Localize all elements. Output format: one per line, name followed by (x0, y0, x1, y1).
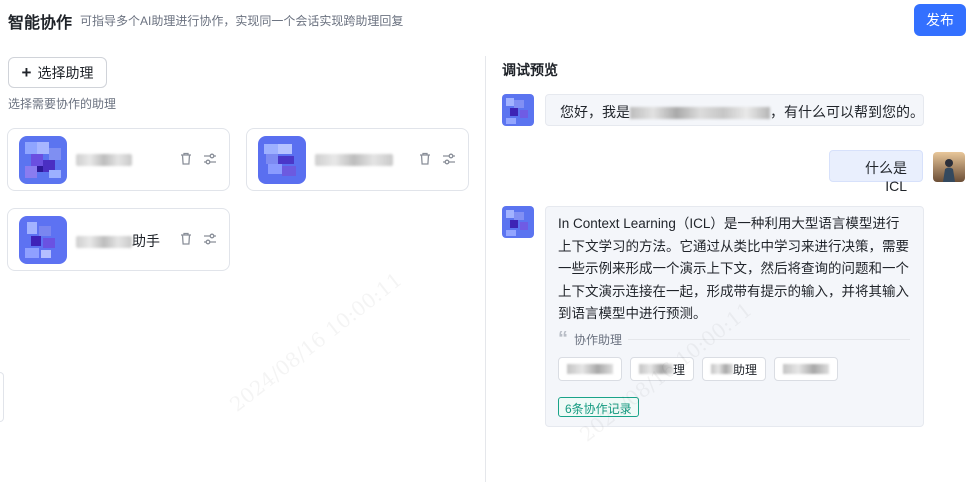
collab-assistant-chip[interactable]: 助理 (702, 357, 767, 381)
assistant-avatar (258, 136, 306, 184)
collab-assistant-chips: 理 助理 (558, 357, 839, 381)
redacted-assistant-name (630, 107, 770, 120)
answer-text: In Context Learning（ICL）是一种利用大型语言模型进行上下文… (558, 216, 909, 321)
collab-assistant-chip[interactable]: 理 (630, 357, 695, 381)
assistant-card[interactable] (7, 128, 230, 191)
bot-answer-message: In Context Learning（ICL）是一种利用大型语言模型进行上下文… (545, 206, 924, 427)
trash-icon[interactable] (178, 231, 194, 247)
assistant-name: 助手 (76, 231, 160, 251)
assistant-card[interactable]: 助手 (7, 208, 230, 271)
bot-greeting-message: 您好，我是 ，有什么可以帮到您的。 (545, 94, 924, 126)
quote-icon: “ (558, 328, 568, 350)
sliders-icon[interactable] (441, 151, 457, 167)
assistant-card[interactable] (246, 128, 469, 191)
assistant-name (315, 151, 393, 167)
preview-title: 调试预览 (502, 62, 558, 78)
collab-divider (628, 338, 910, 340)
top-bar: 智能协作 可指导多个AI助理进行协作，实现同一个会话实现跨助理回复 发布 (0, 0, 978, 44)
bot-avatar (502, 94, 534, 126)
redacted-name (315, 154, 393, 167)
assistant-name (76, 151, 132, 167)
trash-icon[interactable] (417, 151, 433, 167)
collab-assistant-chip[interactable] (558, 357, 622, 381)
user-avatar (933, 152, 965, 182)
assistant-avatar (19, 136, 67, 184)
redacted-name (76, 154, 132, 167)
sliders-icon[interactable] (202, 231, 218, 247)
select-hint: 选择需要协作的助理 (8, 97, 117, 111)
redacted-name (76, 236, 132, 249)
collapse-handle[interactable] (0, 372, 4, 422)
collab-assistants-header: “ 协作助理 (558, 328, 910, 350)
collab-label: 协作助理 (574, 332, 623, 347)
assistant-avatar (19, 216, 67, 264)
page-subtitle: 可指导多个AI助理进行协作，实现同一个会话实现跨助理回复 (80, 14, 404, 28)
select-assistant-button[interactable]: + 选择助理 (8, 57, 107, 88)
plus-icon: + (21, 63, 32, 82)
sliders-icon[interactable] (202, 151, 218, 167)
collab-assistant-chip[interactable] (774, 357, 839, 381)
collab-record-tag[interactable]: 6条协作记录 (558, 397, 639, 417)
publish-button[interactable]: 发布 (914, 4, 966, 36)
page-title: 智能协作 (8, 15, 73, 32)
user-message: 什么是ICL (829, 150, 923, 194)
debug-preview-panel: 调试预览 您好，我是 ，有什么可以帮到您的。 什么是ICL In Context … (486, 44, 978, 482)
trash-icon[interactable] (178, 151, 194, 167)
assistant-config-panel: + 选择助理 选择需要协作的助理 助手 (0, 44, 486, 482)
bot-avatar (502, 206, 534, 238)
select-assistant-label: 选择助理 (37, 64, 94, 81)
